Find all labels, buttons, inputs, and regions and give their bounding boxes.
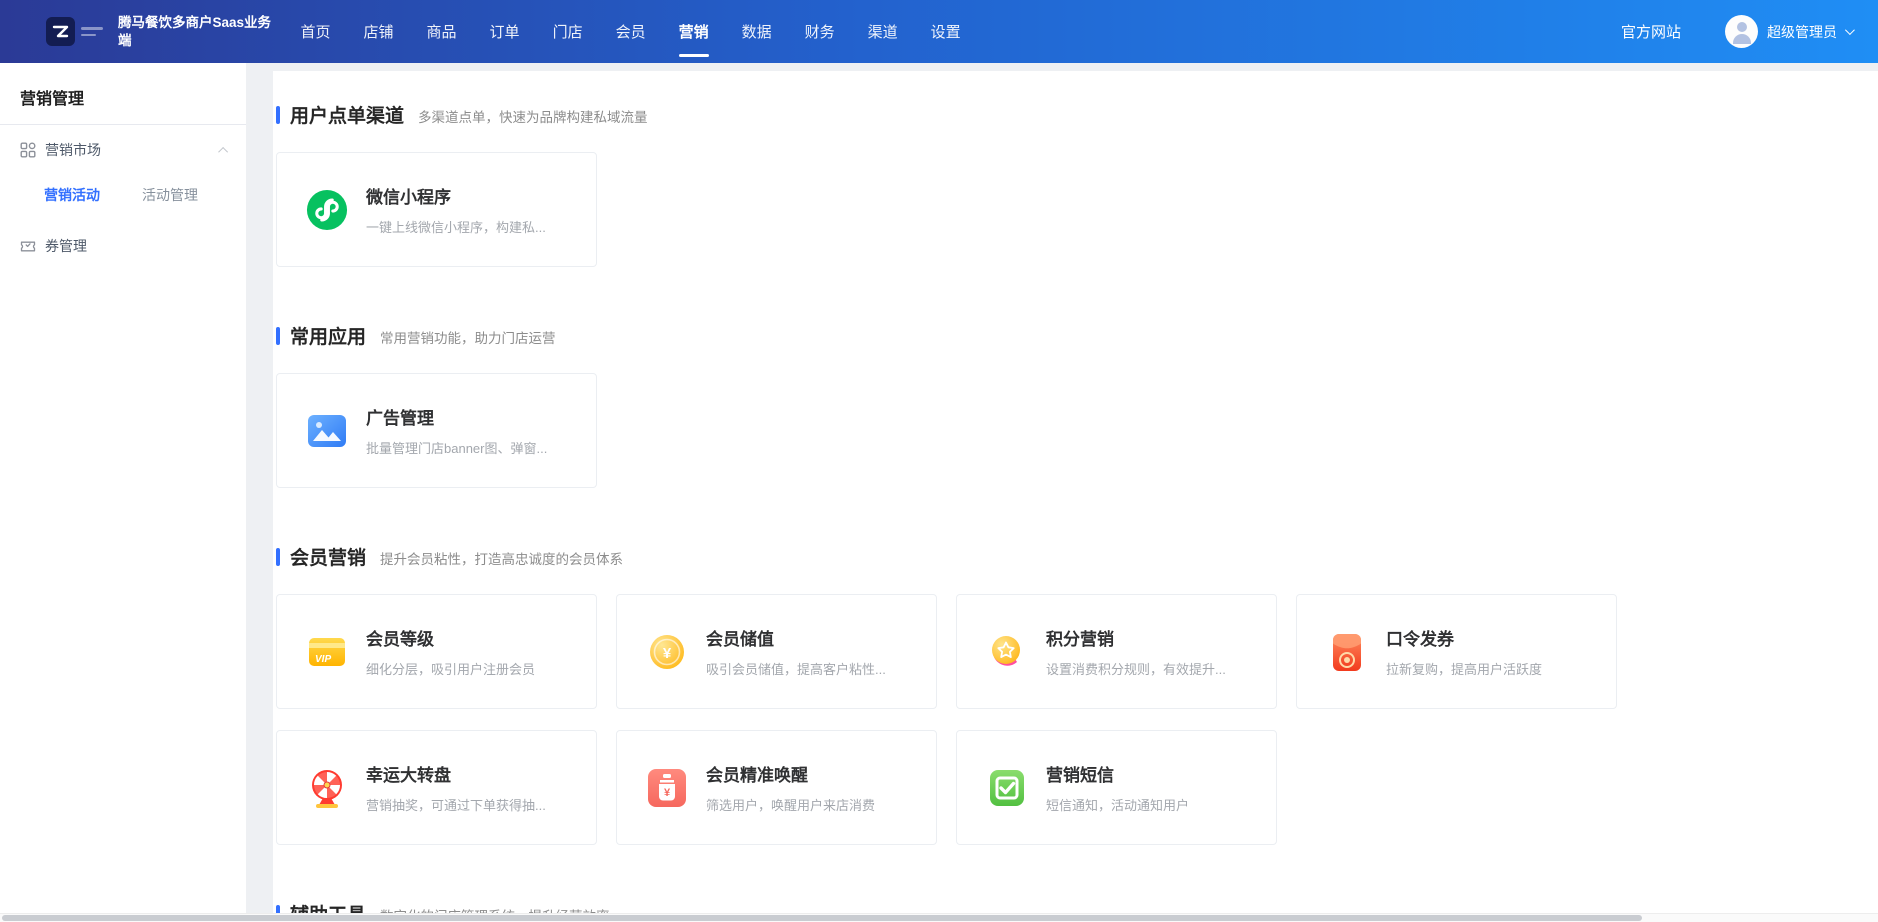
card-description: 拉新复购，提高用户活跃度: [1386, 659, 1542, 678]
svg-text:¥: ¥: [663, 645, 672, 662]
sidebar-item-marketing-market[interactable]: 营销市场: [20, 140, 228, 160]
card-description: 营销抽奖，可通过下单获得抽...: [366, 795, 546, 814]
card-description: 设置消费积分规则，有效提升...: [1046, 659, 1226, 678]
official-website-link[interactable]: 官方网站: [1621, 21, 1681, 42]
app-card[interactable]: 微信小程序一键上线微信小程序，构建私...: [276, 152, 597, 267]
sidebar-divider: [0, 124, 246, 125]
vip-card-icon: VIP: [305, 630, 349, 674]
app-card[interactable]: 幸运大转盘营销抽奖，可通过下单获得抽...: [276, 730, 597, 845]
nav-item-11[interactable]: 设置: [914, 0, 977, 63]
nav-item-6[interactable]: 会员: [599, 0, 662, 63]
section-3: 会员营销提升会员粘性，打造高忠诚度的会员体系 VIP 会员等级细化分层，吸引用户…: [276, 543, 1858, 845]
section-header: 用户点单渠道多渠道点单，快速为品牌构建私域流量: [276, 101, 1858, 128]
card-title: 微信小程序: [366, 183, 546, 208]
card-description: 批量管理门店banner图、弹窗...: [366, 438, 547, 457]
card-grid: VIP 会员等级细化分层，吸引用户注册会员 ¥ 会员储值吸引会员储值，提高客户粘…: [276, 594, 1626, 845]
card-grid: 广告管理批量管理门店banner图、弹窗...: [276, 373, 1626, 488]
app-card[interactable]: ¥ 会员储值吸引会员储值，提高客户粘性...: [616, 594, 937, 709]
app-title: 腾马餐饮多商户Saas业务端: [118, 14, 276, 50]
section-subtitle: 常用营销功能，助力门店运营: [380, 324, 556, 347]
card-description: 细化分层，吸引用户注册会员: [366, 659, 535, 678]
nav-item-5[interactable]: 门店: [536, 0, 599, 63]
section-1: 用户点单渠道多渠道点单，快速为品牌构建私域流量 微信小程序一键上线微信小程序，构…: [276, 101, 1858, 267]
card-grid: 微信小程序一键上线微信小程序，构建私...: [276, 152, 1626, 267]
page-body: 营销管理 营销市场 营销活动 活动管理: [0, 63, 1878, 922]
app-card[interactable]: VIP 会员等级细化分层，吸引用户注册会员: [276, 594, 597, 709]
top-navigation-bar: 腾马餐饮多商户Saas业务端 首页店铺商品订单门店会员营销数据财务渠道设置 官方…: [0, 0, 1878, 63]
horizontal-scrollbar: [0, 913, 1878, 922]
sidebar-gutter: [246, 63, 273, 922]
app-card[interactable]: 营销短信短信通知，活动通知用户: [956, 730, 1277, 845]
nav-item-4[interactable]: 订单: [473, 0, 536, 63]
nav-item-9[interactable]: 财务: [788, 0, 851, 63]
card-title: 幸运大转盘: [366, 761, 546, 786]
wakeup-bell-icon: ¥: [645, 766, 689, 810]
main-content: 用户点单渠道多渠道点单，快速为品牌构建私域流量 微信小程序一键上线微信小程序，构…: [273, 71, 1878, 922]
sidebar-subitems: 营销活动 活动管理: [44, 185, 246, 205]
section-accent-bar: [276, 106, 280, 124]
person-icon: [1737, 22, 1747, 32]
section-subtitle: 多渠道点单，快速为品牌构建私域流量: [418, 103, 648, 126]
section-header: 会员营销提升会员粘性，打造高忠诚度的会员体系: [276, 543, 1858, 570]
svg-text:VIP: VIP: [315, 654, 331, 665]
card-description: 筛选用户，唤醒用户来店消费: [706, 795, 875, 814]
ad-image-icon: [305, 409, 349, 453]
section-accent-bar: [276, 548, 280, 566]
app-card[interactable]: ¥ 会员精准唤醒筛选用户，唤醒用户来店消费: [616, 730, 937, 845]
app-card[interactable]: 积分营销设置消费积分规则，有效提升...: [956, 594, 1277, 709]
nav-item-7[interactable]: 营销: [662, 0, 725, 63]
card-description: 短信通知，活动通知用户: [1046, 795, 1189, 814]
card-title: 会员储值: [706, 625, 886, 650]
topbar-right: 官方网站 超级管理员: [1621, 15, 1878, 48]
sidebar-item-label: 营销市场: [45, 140, 101, 160]
card-title: 口令发券: [1386, 625, 1542, 650]
card-description: 一键上线微信小程序，构建私...: [366, 217, 546, 236]
nav-item-8[interactable]: 数据: [725, 0, 788, 63]
red-packet-icon: [1325, 630, 1369, 674]
horizontal-scrollbar-thumb[interactable]: [2, 915, 1642, 921]
app-window: 腾马餐饮多商户Saas业务端 首页店铺商品订单门店会员营销数据财务渠道设置 官方…: [0, 0, 1878, 922]
card-title: 会员精准唤醒: [706, 761, 875, 786]
lucky-wheel-icon: [305, 766, 349, 810]
sidebar-subitem-activity-management[interactable]: 活动管理: [142, 185, 198, 205]
section-title: 会员营销: [290, 543, 366, 570]
app-card[interactable]: 广告管理批量管理门店banner图、弹窗...: [276, 373, 597, 488]
app-card[interactable]: 口令发券拉新复购，提高用户活跃度: [1296, 594, 1617, 709]
sidebar-item-coupon-management[interactable]: 券管理: [20, 236, 228, 256]
avatar[interactable]: [1725, 15, 1758, 48]
sidebar: 营销管理 营销市场 营销活动 活动管理: [0, 63, 246, 922]
nav-item-1[interactable]: 首页: [284, 0, 347, 63]
chevron-up-icon[interactable]: [218, 146, 228, 156]
ticket-icon: [20, 238, 36, 254]
svg-text:¥: ¥: [664, 787, 671, 799]
section-title: 常用应用: [290, 322, 366, 349]
sidebar-title: 营销管理: [0, 63, 246, 109]
brand: 腾马餐饮多商户Saas业务端: [46, 14, 276, 50]
card-title: 会员等级: [366, 625, 535, 650]
section-subtitle: 提升会员粘性，打造高忠诚度的会员体系: [380, 545, 623, 568]
nav-item-10[interactable]: 渠道: [851, 0, 914, 63]
chevron-down-icon[interactable]: [1845, 25, 1855, 35]
brand-logo-icon: [46, 17, 75, 46]
card-title: 积分营销: [1046, 625, 1226, 650]
points-coin-icon: [985, 630, 1029, 674]
card-title: 广告管理: [366, 404, 547, 429]
top-nav: 首页店铺商品订单门店会员营销数据财务渠道设置: [284, 0, 977, 63]
section-header: 常用应用常用营销功能，助力门店运营: [276, 322, 1858, 349]
grid-icon: [20, 142, 36, 158]
card-description: 吸引会员储值，提高客户粘性...: [706, 659, 886, 678]
sms-check-icon: [985, 766, 1029, 810]
nav-item-2[interactable]: 店铺: [347, 0, 410, 63]
nav-item-3[interactable]: 商品: [410, 0, 473, 63]
wechat-miniprogram-icon: [305, 188, 349, 232]
gold-coin-icon: ¥: [645, 630, 689, 674]
card-title: 营销短信: [1046, 761, 1189, 786]
brand-logo-wordmark: [81, 27, 103, 36]
section-2: 常用应用常用营销功能，助力门店运营 广告管理批量管理门店banner图、弹窗..…: [276, 322, 1858, 488]
section-title: 用户点单渠道: [290, 101, 404, 128]
sidebar-item-label: 券管理: [45, 236, 87, 256]
user-name[interactable]: 超级管理员: [1767, 22, 1837, 42]
section-accent-bar: [276, 327, 280, 345]
sidebar-subitem-marketing-activity[interactable]: 营销活动: [44, 185, 100, 205]
